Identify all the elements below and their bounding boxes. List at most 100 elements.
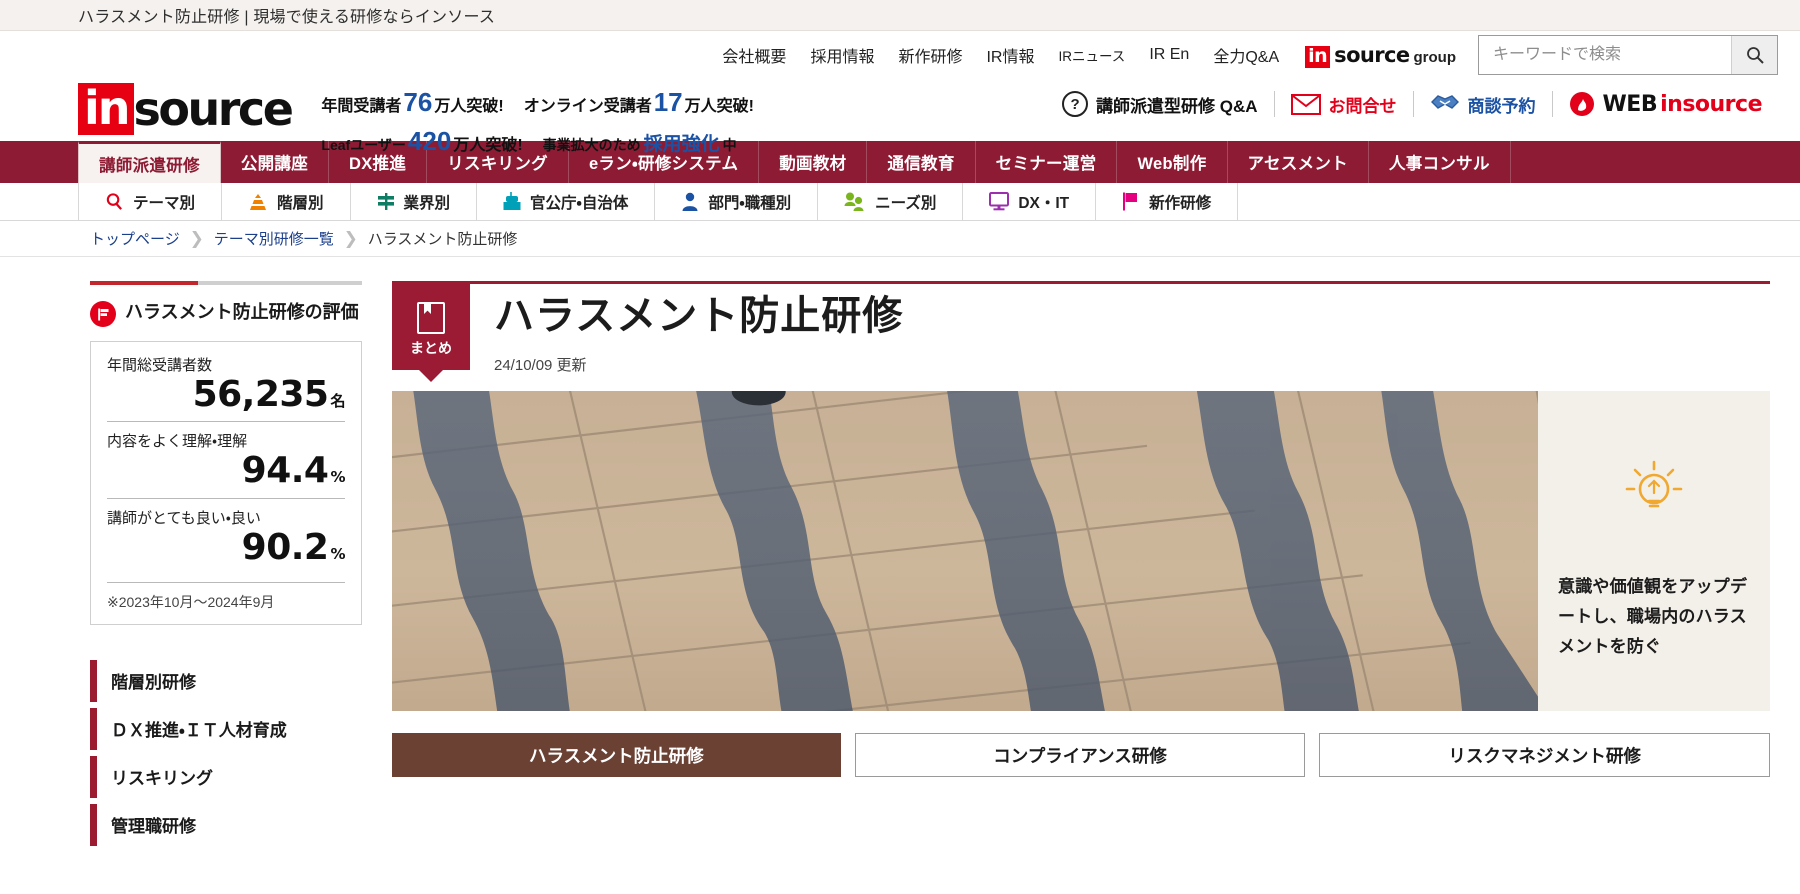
sidebar-item-level-training[interactable]: 階層別研修 [90, 657, 362, 705]
catch1-b: 万人突破! [434, 98, 504, 115]
eval-unit-attendees: 名 [330, 392, 345, 410]
nav-tab-seminar[interactable]: セミナー運営 [976, 141, 1118, 183]
handshake-icon [1430, 95, 1459, 109]
logo-mark: in [78, 83, 134, 135]
web-insource-icon [1569, 92, 1594, 116]
breadcrumb-item-top[interactable]: トップページ [90, 228, 180, 249]
header-action-contact[interactable]: お問合せ [1275, 92, 1413, 117]
button-harassment-training[interactable]: ハラスメント防止研修 [392, 733, 841, 777]
catch1-a: 年間受講者 [321, 98, 402, 115]
sidebar-item-marker [90, 707, 97, 750]
subnav-item-by-level[interactable]: 階層別 [222, 183, 351, 220]
content-category-tag: まとめ [392, 284, 470, 370]
sidebar-item-management[interactable]: 管理職研修 [90, 801, 362, 849]
eval-row-understanding: 内容をよく理解・理解 94.4% [107, 421, 345, 497]
sidebar-item-marker [90, 803, 97, 846]
subnav-item-by-industry[interactable]: 業界別 [351, 183, 478, 220]
subnav-item-new-training[interactable]: 新作研修 [1096, 183, 1239, 220]
breadcrumb: トップページ ❯ テーマ別研修一覧 ❯ ハラスメント防止研修 [0, 221, 1800, 257]
subnav-label-government: 官公庁・自治体 [530, 194, 629, 212]
subnav-item-by-theme[interactable]: テーマ別 [78, 183, 223, 220]
sidebar-label-reskilling: リスキリング [111, 769, 213, 789]
nav-tab-video[interactable]: 動画教材 [759, 141, 868, 183]
eval-value-understanding: 94.4% [241, 450, 346, 492]
subnav-item-by-needs[interactable]: ニーズ別 [818, 183, 964, 220]
search-input[interactable] [1479, 36, 1731, 74]
eval-period-note: ※2023年10月～2024年9月 [107, 581, 345, 612]
group-logo-suffix: group [1413, 48, 1457, 66]
utility-link-ir[interactable]: IR情報 [986, 43, 1034, 67]
webinsource-wordmark: WEB insource [1603, 92, 1763, 117]
subnav-label-by-industry: 業界別 [403, 194, 451, 212]
sidebar-eval-heading-text: ハラスメント防止研修の評価 [125, 302, 359, 322]
sidebar-label-dx-it-hr: ＤＸ推進・ＩＴ人材育成 [111, 721, 287, 741]
eval-row-attendees: 年間総受講者数 56,235 名 [107, 354, 345, 421]
logo-word: source [133, 82, 294, 136]
sidebar-item-reskilling[interactable]: リスキリング [90, 753, 362, 801]
breadcrumb-separator-2: ❯ [343, 228, 358, 248]
nav-tab-open-course[interactable]: 公開講座 [221, 141, 330, 183]
breadcrumb-item-current: ハラスメント防止研修 [367, 231, 518, 248]
flag-badge-icon [90, 301, 116, 327]
catch2-num-leaf: 420 [407, 126, 452, 156]
catch2-a: Leafユーザー [321, 137, 406, 153]
browser-title-bar: ハラスメント防止研修 | 現場で使える研修ならインソース [0, 0, 1800, 31]
header-action-meeting-label: 商談予約 [1467, 96, 1536, 116]
eval-value-attendees: 56,235 名 [192, 374, 346, 415]
building-icon [503, 192, 521, 210]
sidebar-eval-card: 年間総受講者数 56,235 名 内容をよく理解・理解 94.4% 講師がとても良… [90, 341, 362, 625]
button-risk-management-training[interactable]: リスクマネジメント研修 [1319, 733, 1771, 777]
subnav-label-by-theme: テーマ別 [133, 194, 196, 212]
catch1-c: オンライン受講者 [523, 98, 652, 115]
header-action-contact-label: お問合せ [1328, 96, 1397, 116]
header-action-webinsource[interactable]: WEB insource [1553, 91, 1778, 117]
sidebar-item-marker [90, 659, 97, 702]
magnifier-icon [106, 193, 122, 210]
signpost-icon [377, 193, 394, 210]
nav-tab-hr-consulting[interactable]: 人事コンサル [1369, 141, 1511, 183]
sidebar-item-dx-it-hr[interactable]: ＤＸ推進・ＩＴ人材育成 [90, 705, 362, 753]
header-action-meeting[interactable]: 商談予約 [1414, 92, 1552, 117]
sidebar-eval-heading: ハラスメント防止研修の評価 [90, 299, 362, 327]
breadcrumb-item-theme-list[interactable]: テーマ別研修一覧 [214, 228, 334, 249]
subnav-item-dx-it[interactable]: DX・IT [963, 183, 1097, 220]
catchcopy-line-2: Leafユーザー 420 万人突破! 事業拡大のため 採用強化 中 [321, 126, 754, 157]
subnav-item-by-department[interactable]: 部門・職種別 [655, 183, 819, 220]
subnav-label-by-level: 階層別 [277, 194, 324, 212]
search-box[interactable] [1478, 35, 1778, 75]
sidebar-label-level-training: 階層別研修 [111, 673, 196, 693]
sidebar-menu: 階層別研修 ＤＸ推進・ＩＴ人材育成 リスキリング 管理職研修 [90, 657, 362, 849]
subnav-label-new-training: 新作研修 [1149, 194, 1212, 212]
top-utility-nav: 会社概要 採用情報 新作研修 IR情報 IRニュース IR En 全力Q&A i… [0, 31, 1800, 79]
nav-tab-correspondence[interactable]: 通信教育 [867, 141, 976, 183]
catch2-b: 万人突破! [453, 137, 523, 154]
nav-tab-dispatch-training[interactable]: 講師派遣研修 [78, 141, 221, 183]
eval-label-attendees: 年間総受講者数 [107, 357, 213, 374]
sidebar-item-marker [90, 755, 97, 798]
content-title-block: まとめ ハラスメント防止研修 24/10/09 更新 [392, 281, 1770, 375]
utility-link-company[interactable]: 会社概要 [722, 43, 786, 67]
utility-link-recruit[interactable]: 採用情報 [810, 43, 874, 67]
search-button[interactable] [1731, 36, 1777, 74]
subnav-item-government[interactable]: 官公庁・自治体 [477, 183, 656, 220]
header-action-qa[interactable]: ? 講師派遣型研修 Q&A [1046, 91, 1274, 117]
nav-tab-web[interactable]: Web制作 [1117, 141, 1228, 183]
left-sidebar: ハラスメント防止研修の評価 年間総受講者数 56,235 名 内容をよく理解・理解… [90, 281, 362, 849]
utility-link-new-training[interactable]: 新作研修 [898, 43, 962, 67]
eval-value-instructor: 90.2% [241, 526, 346, 568]
main-navigation: 講師派遣研修 公開講座 DX推進 リスキリング eラン・研修システム 動画教材 … [0, 141, 1800, 183]
hero-section: 意識や価値観をアップデートし、職場内のハラスメントを防ぐ [392, 391, 1770, 711]
hero-photo-shadows [392, 391, 1538, 711]
utility-link-ir-news[interactable]: IRニュース [1058, 45, 1125, 65]
insource-group-logo[interactable]: in source group [1305, 43, 1456, 68]
group-logo-word: source [1334, 42, 1410, 67]
button-compliance-training[interactable]: コンプライアンス研修 [854, 733, 1306, 777]
utility-link-ir-en[interactable]: IR En [1149, 46, 1189, 64]
page-root: ハラスメント防止研修 | 現場で使える研修ならインソース 会社概要 採用情報 新… [0, 0, 1800, 894]
header-action-qa-label: 講師派遣型研修 Q&A [1096, 96, 1258, 116]
catch2-c: 事業拡大のため [542, 137, 641, 153]
utility-link-qa[interactable]: 全力Q&A [1213, 43, 1279, 67]
nav-tab-assessment[interactable]: アセスメント [1228, 141, 1369, 183]
insource-logo[interactable]: in source [78, 82, 294, 136]
related-training-buttons: ハラスメント防止研修 コンプライアンス研修 リスクマネジメント研修 [392, 733, 1771, 777]
